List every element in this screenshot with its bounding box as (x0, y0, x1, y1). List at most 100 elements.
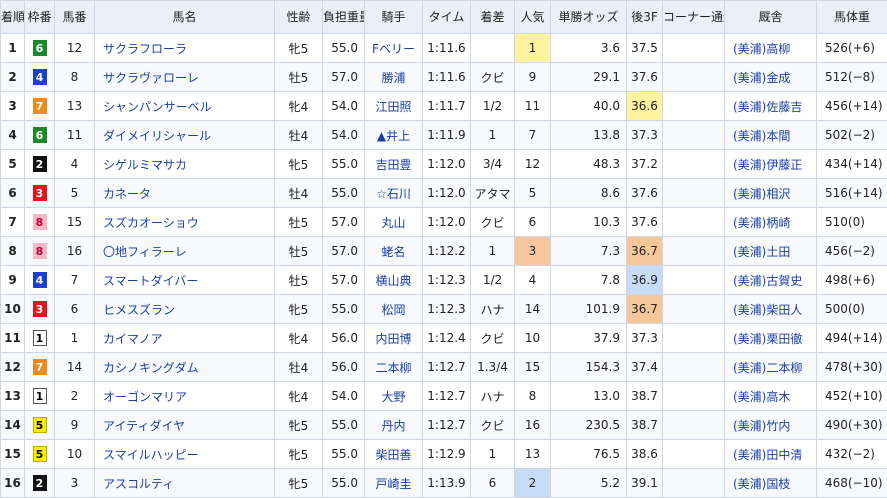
margin-cell: 1/2 (471, 266, 515, 295)
col-umaban[interactable]: 馬番 (55, 1, 95, 34)
jockey-link[interactable]: 蛯名 (381, 245, 405, 259)
col-margin[interactable]: 着差 (471, 1, 515, 34)
col-corner[interactable]: コーナー通過順 (663, 1, 725, 34)
margin-cell: ハナ (471, 295, 515, 324)
last3f-cell: 37.5 (627, 34, 663, 63)
odds-cell: 7.8 (551, 266, 627, 295)
jockey-link[interactable]: 吉田豊 (375, 158, 411, 172)
horse-name-link[interactable]: カイマノア (103, 332, 163, 346)
stable-link[interactable]: (美浦)二本柳 (733, 361, 802, 375)
horse-name-link[interactable]: アイティダイヤ (103, 419, 185, 433)
horse-name-link[interactable]: スマートダイバー (103, 274, 198, 288)
horse-name-link[interactable]: ダイメイリシャール (103, 129, 211, 143)
stable-link[interactable]: (美浦)金成 (733, 71, 790, 85)
odds-cell: 154.3 (551, 353, 627, 382)
col-rank[interactable]: 着順 (1, 1, 25, 34)
horse-name-link[interactable]: カシノキングダム (103, 361, 199, 375)
jockey-link[interactable]: ☆石川 (376, 187, 411, 201)
stable-link[interactable]: (美浦)本間 (733, 129, 790, 143)
waku-badge: 6 (33, 127, 47, 143)
horse-cell: カイマノア (95, 324, 275, 353)
horse-name-link[interactable]: カネータ (103, 187, 151, 201)
jockey-link[interactable]: 柴田善 (375, 448, 411, 462)
jockey-link[interactable]: 丸山 (381, 216, 405, 230)
stable-cell: (美浦)古賀史 (725, 266, 817, 295)
stable-cell: (美浦)伊藤正 (725, 150, 817, 179)
col-last3f[interactable]: 後3F (627, 1, 663, 34)
jockey-link[interactable]: 内田博 (375, 332, 411, 346)
col-stable[interactable]: 厩舎 (725, 1, 817, 34)
stable-link[interactable]: (美浦)柄崎 (733, 216, 790, 230)
jockey-link[interactable]: 江田照 (375, 100, 411, 114)
sexage-cell: 牝4 (275, 92, 323, 121)
col-horse[interactable]: 馬名 (95, 1, 275, 34)
table-body: 1612サクラフローラ牝555.0Fベリー1:11.613.637.5(美浦)高… (1, 34, 887, 498)
stable-link[interactable]: (美浦)土田 (733, 245, 790, 259)
waku-cell: 6 (25, 34, 55, 63)
col-odds[interactable]: 単勝オッズ (551, 1, 627, 34)
stable-link[interactable]: (美浦)伊藤正 (733, 158, 802, 172)
stable-link[interactable]: (美浦)国枝 (733, 477, 790, 491)
horse-name-link[interactable]: ヒメスズラン (103, 303, 175, 317)
jockey-link[interactable]: 大野 (381, 390, 405, 404)
col-sexage[interactable]: 性齢 (275, 1, 323, 34)
stable-link[interactable]: (美浦)柴田人 (733, 303, 802, 317)
jockey-cell: 勝浦 (365, 63, 423, 92)
stable-link[interactable]: (美浦)佐藤吉 (733, 100, 802, 114)
bodyweight-cell: 478(+30) (817, 353, 887, 382)
umaban-cell: 6 (55, 295, 95, 324)
horse-name-link[interactable]: シゲルミマサカ (103, 158, 187, 172)
stable-link[interactable]: (美浦)竹内 (733, 419, 790, 433)
stable-link[interactable]: (美浦)高柳 (733, 42, 790, 56)
jockey-cell: 丹内 (365, 411, 423, 440)
horse-name-link[interactable]: アスコルティ (103, 477, 174, 491)
pop-cell: 3 (515, 237, 551, 266)
horse-name-link[interactable]: シャンパンサーベル (103, 100, 212, 114)
col-pop[interactable]: 人気 (515, 1, 551, 34)
horse-name-link[interactable]: オーゴンマリア (103, 390, 187, 404)
stable-link[interactable]: (美浦)相沢 (733, 187, 790, 201)
jockey-link[interactable]: 丹内 (381, 419, 405, 433)
waku-cell: 3 (25, 179, 55, 208)
col-bodyweight[interactable]: 馬体重 (817, 1, 887, 34)
jockey-link[interactable]: 二本柳 (375, 361, 411, 375)
jockey-link[interactable]: 松岡 (381, 303, 405, 317)
umaban-cell: 13 (55, 92, 95, 121)
pop-cell: 16 (515, 411, 551, 440)
horse-name-link[interactable]: 〇地フィラーレ (103, 245, 187, 259)
waku-cell: 4 (25, 63, 55, 92)
horse-name-link[interactable]: スズカオーショウ (103, 216, 199, 230)
weight-cell: 56.0 (323, 353, 365, 382)
sexage-cell: 牝5 (275, 295, 323, 324)
last3f-cell: 36.7 (627, 237, 663, 266)
jockey-link[interactable]: 戸崎圭 (375, 477, 411, 491)
corner-cell (663, 34, 725, 63)
weight-cell: 55.0 (323, 179, 365, 208)
stable-link[interactable]: (美浦)古賀史 (733, 274, 802, 288)
horse-name-link[interactable]: サクラフローラ (103, 42, 187, 56)
horse-name-link[interactable]: スマイルハッピー (103, 448, 199, 462)
col-jockey[interactable]: 騎手 (365, 1, 423, 34)
umaban-cell: 4 (55, 150, 95, 179)
jockey-link[interactable]: Fベリー (372, 42, 415, 56)
jockey-link[interactable]: ▲井上 (377, 129, 410, 143)
col-time[interactable]: タイム (423, 1, 471, 34)
corner-cell (663, 179, 725, 208)
odds-cell: 76.5 (551, 440, 627, 469)
pop-cell: 13 (515, 440, 551, 469)
table-row: 1111カイマノア牝456.0内田博1:12.4クビ1037.937.3(美浦)… (1, 324, 887, 353)
rank-cell: 10 (1, 295, 25, 324)
horse-name-link[interactable]: サクラヴァローレ (103, 71, 199, 85)
stable-link[interactable]: (美浦)田中清 (733, 448, 802, 462)
col-weight[interactable]: 負担重量 (323, 1, 365, 34)
jockey-link[interactable]: 横山典 (375, 274, 411, 288)
umaban-cell: 16 (55, 237, 95, 266)
horse-cell: オーゴンマリア (95, 382, 275, 411)
stable-link[interactable]: (美浦)高木 (733, 390, 790, 404)
stable-link[interactable]: (美浦)栗田徹 (733, 332, 802, 346)
col-waku[interactable]: 枠番 (25, 1, 55, 34)
waku-cell: 7 (25, 92, 55, 121)
waku-cell: 8 (25, 208, 55, 237)
jockey-link[interactable]: 勝浦 (381, 71, 405, 85)
horse-cell: ヒメスズラン (95, 295, 275, 324)
